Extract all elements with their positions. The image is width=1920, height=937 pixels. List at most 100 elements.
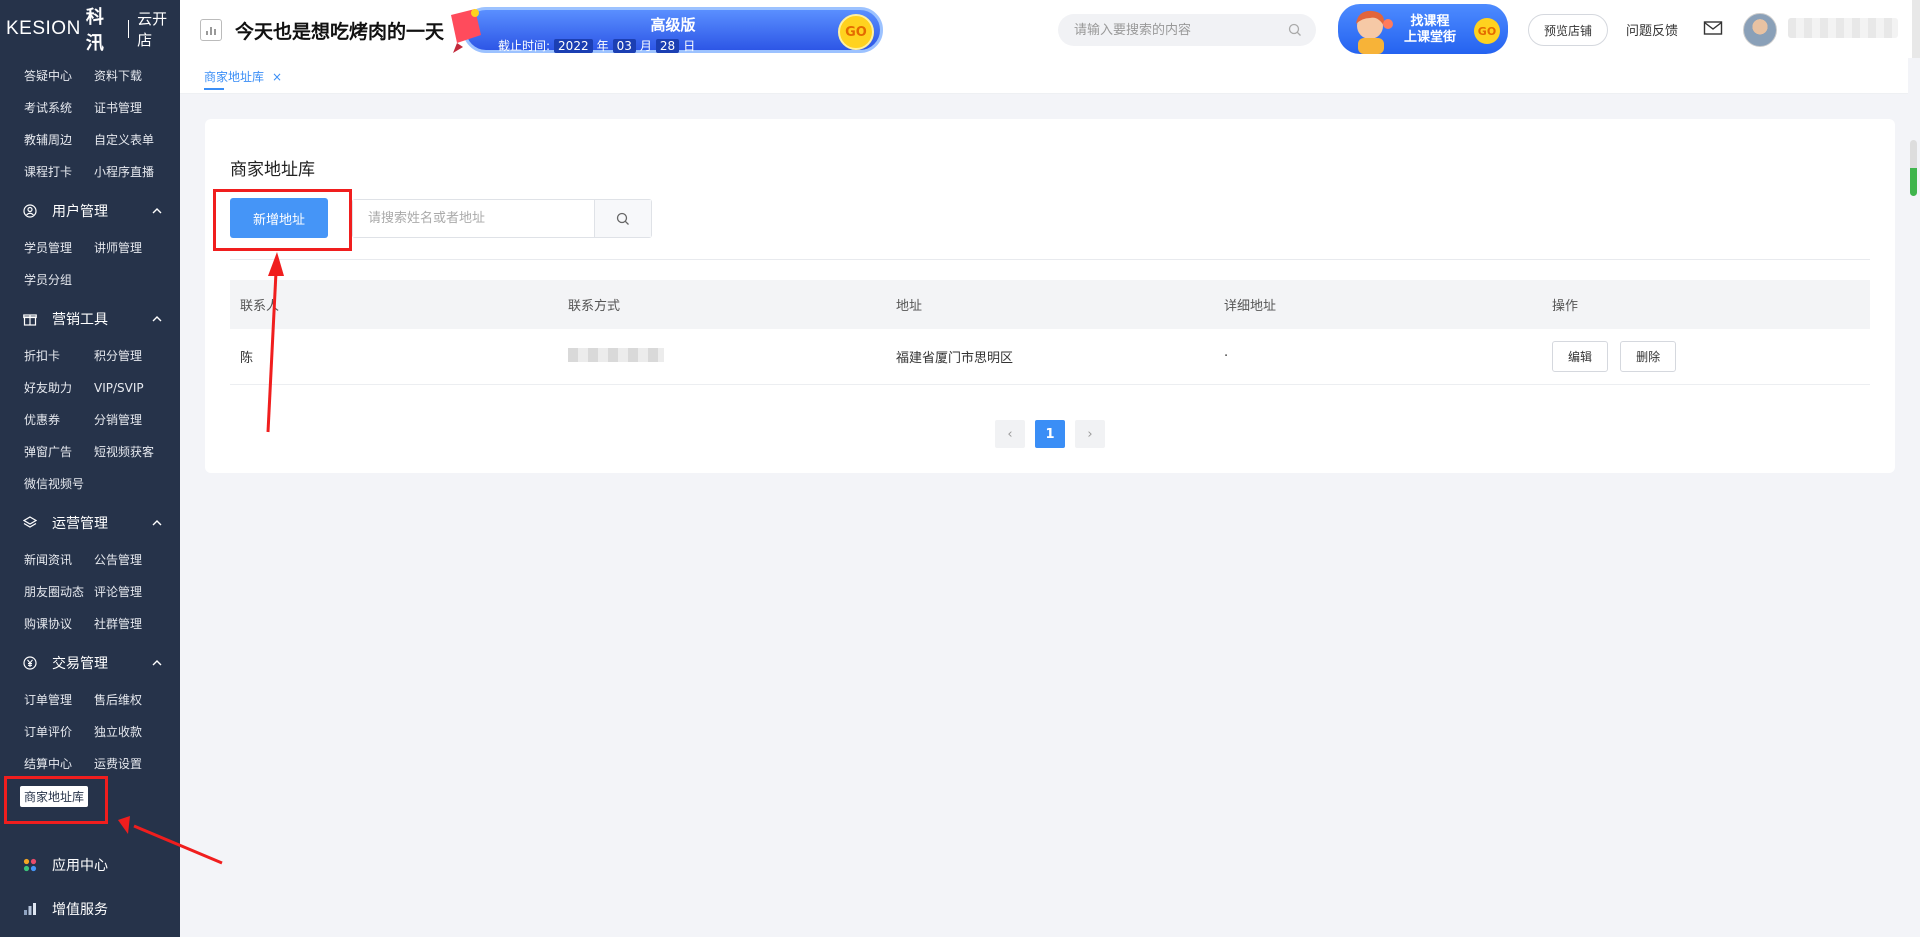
pagination: ‹ 1 › [995, 420, 1105, 448]
address-search-input[interactable] [353, 200, 594, 237]
sidebar-item[interactable]: 独立收款 [94, 716, 164, 748]
address-search-button[interactable] [594, 200, 651, 237]
sidebar-item[interactable]: 订单评价 [24, 716, 94, 748]
next-page-button[interactable]: › [1075, 420, 1105, 448]
sidebar-item[interactable]: 弹窗广告 [24, 436, 94, 468]
chevron-up-icon [152, 660, 162, 666]
sidebar-item[interactable]: 自定义表单 [94, 124, 164, 156]
sidebar-item[interactable]: 新闻资讯 [24, 544, 94, 576]
deadline-day-unit: 日 [683, 39, 696, 53]
sidebar-item[interactable]: 订单管理 [24, 684, 94, 716]
promo-go-button[interactable]: GO [838, 14, 874, 50]
sidebar-item[interactable]: 小程序直播 [94, 156, 164, 188]
collapse-menu-icon[interactable] [200, 19, 222, 41]
table-row: 陈 福建省厦门市思明区 · 编辑 删除 [230, 329, 1870, 385]
sidebar-item[interactable]: 购课协议 [24, 608, 94, 640]
global-search[interactable] [1058, 14, 1316, 46]
header-scroll-edge [1912, 0, 1920, 58]
sidebar-item[interactable]: 折扣卡 [24, 340, 94, 372]
prev-page-button[interactable]: ‹ [995, 420, 1025, 448]
section-label: 用户管理 [52, 204, 108, 220]
preview-store-button[interactable]: 预览店铺 [1528, 14, 1608, 46]
sidebar-item[interactable]: 证书管理 [94, 92, 164, 124]
app-center[interactable]: 应用中心 [22, 850, 162, 880]
promo-body: 高级版 截止时间: 2022 年 03 月 28 日 GO [463, 7, 883, 53]
sidebar-item[interactable]: 公告管理 [94, 544, 164, 576]
section-trade-management[interactable]: 交易管理 [22, 648, 162, 678]
section-user-management[interactable]: 用户管理 [22, 196, 162, 226]
find-course-banner[interactable]: 找课程 上课堂街 GO [1338, 4, 1508, 54]
sidebar-trade-grid: 订单管理 售后维权 订单评价 独立收款 结算中心 运费设置 [24, 684, 174, 780]
address-table: 联系人 联系方式 地址 详细地址 操作 陈 福建省厦门市思明区 · 编辑 删除 [230, 280, 1870, 385]
divider [230, 259, 1870, 260]
sidebar-item[interactable]: 课程打卡 [24, 156, 94, 188]
value-added-label: 增值服务 [52, 902, 108, 918]
course-banner-line2: 上课堂街 [1404, 30, 1457, 45]
sidebar-item[interactable]: 学员分组 [24, 264, 94, 296]
user-icon [22, 203, 38, 219]
sidebar-item[interactable]: 资料下载 [94, 60, 164, 92]
address-search[interactable] [352, 199, 652, 238]
page-scrollbar[interactable] [1908, 58, 1920, 937]
chevron-up-icon [152, 316, 162, 322]
sidebar-item[interactable]: 优惠券 [24, 404, 94, 436]
value-added-services[interactable]: 增值服务 [22, 894, 162, 924]
section-marketing-tools[interactable]: 营销工具 [22, 304, 162, 334]
page-number[interactable]: 1 [1035, 420, 1065, 448]
username-redacted[interactable] [1788, 18, 1898, 38]
feedback-link[interactable]: 问题反馈 [1626, 20, 1678, 39]
section-label: 营销工具 [52, 312, 108, 328]
sidebar-item[interactable]: 答疑中心 [24, 60, 94, 92]
deadline-month: 03 [612, 38, 636, 53]
mascot-icon [1356, 10, 1393, 54]
close-icon[interactable]: × [272, 70, 282, 84]
sidebar-marketing-grid: 折扣卡 积分管理 好友助力 VIP/SVIP 优惠券 分销管理 弹窗广告 短视频… [24, 340, 174, 500]
tab-label: 商家地址库 [204, 70, 265, 84]
sidebar-item[interactable]: 积分管理 [94, 340, 164, 372]
deadline-month-unit: 月 [639, 39, 652, 53]
phone-cell [558, 347, 886, 366]
sidebar-item[interactable]: 评论管理 [94, 576, 164, 608]
section-operations[interactable]: 运营管理 [22, 508, 162, 538]
column-header: 详细地址 [1224, 299, 1277, 314]
tab-merchant-address[interactable]: 商家地址库 × [204, 68, 282, 90]
address-cell: 福建省厦门市思明区 [896, 351, 1014, 366]
global-search-input[interactable] [1072, 21, 1288, 39]
sidebar-item[interactable]: 好友助力 [24, 372, 94, 404]
sidebar-item[interactable]: 学员管理 [24, 232, 94, 264]
sidebar-item[interactable]: 考试系统 [24, 92, 94, 124]
apps-icon [22, 857, 38, 873]
mail-icon[interactable] [1703, 20, 1723, 36]
sidebar-item[interactable]: 社群管理 [94, 608, 164, 640]
edition-promo-banner[interactable]: 高级版 截止时间: 2022 年 03 月 28 日 GO [445, 5, 893, 55]
logo-brand: KESION [6, 18, 81, 39]
table-header: 联系人 联系方式 地址 详细地址 操作 [230, 280, 1870, 329]
yen-icon [22, 655, 38, 671]
avatar[interactable] [1743, 13, 1777, 47]
edition-level: 高级版 [650, 16, 696, 34]
course-go-button[interactable]: GO [1474, 18, 1500, 44]
sidebar-ops-grid: 新闻资讯 公告管理 朋友圈动态 评论管理 购课协议 社群管理 [24, 544, 174, 640]
scrollbar-thumb[interactable] [1910, 140, 1917, 196]
edit-button[interactable]: 编辑 [1552, 341, 1608, 372]
page-title: 商家地址库 [230, 160, 315, 180]
sidebar-item[interactable]: VIP/SVIP [94, 372, 164, 404]
sidebar-item[interactable]: 微信视频号 [24, 468, 94, 500]
search-icon[interactable] [1288, 23, 1302, 37]
sidebar-item[interactable]: 讲师管理 [94, 232, 164, 264]
contact-cell: 陈 [240, 351, 254, 366]
course-banner-line1: 找课程 [1410, 14, 1450, 29]
sidebar-item[interactable]: 朋友圈动态 [24, 576, 94, 608]
logo-brand-cn: 科汛 [85, 7, 104, 53]
delete-button[interactable]: 删除 [1620, 341, 1677, 372]
deadline-year: 2022 [554, 38, 593, 53]
tab-active-indicator [204, 88, 224, 90]
sidebar-item[interactable]: 教辅周边 [24, 124, 94, 156]
logo[interactable]: KESION 科汛 云开店 [0, 0, 180, 58]
sidebar-item[interactable]: 售后维权 [94, 684, 164, 716]
column-header: 地址 [896, 299, 923, 314]
app-center-label: 应用中心 [52, 858, 108, 874]
sidebar-item[interactable]: 分销管理 [94, 404, 164, 436]
column-header: 联系方式 [568, 299, 621, 314]
sidebar-item[interactable]: 短视频获客 [94, 436, 164, 468]
